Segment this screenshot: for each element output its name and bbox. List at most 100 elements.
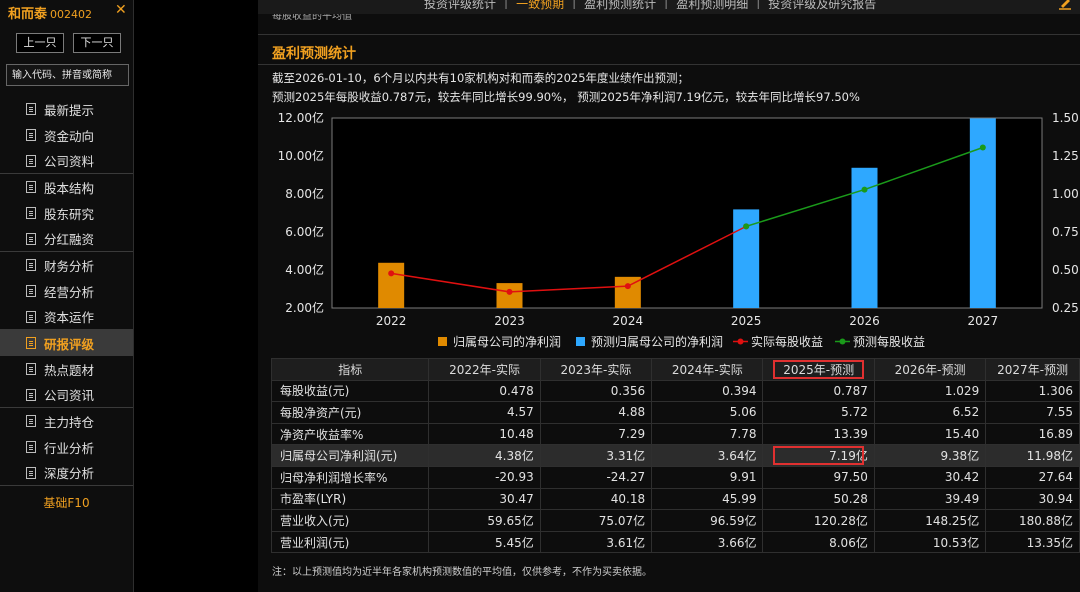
sidebar-item[interactable]: 财务分析	[0, 252, 133, 278]
table-cell: 0.356	[539, 379, 653, 403]
table-cell: 13.35亿	[985, 530, 1080, 554]
x-tick-label: 2027	[968, 314, 999, 328]
document-icon	[26, 154, 36, 167]
table-cell: 11.98亿	[985, 444, 1080, 467]
table-cell: 7.55	[985, 401, 1080, 424]
sidebar-item[interactable]: 资本运作	[0, 304, 133, 330]
y-right-tick-label: 1.50	[1052, 111, 1079, 125]
table-cell: 5.45亿	[428, 530, 541, 554]
sidebar-item-label: 研报评级	[44, 336, 95, 352]
legend-label: 归属母公司的净利润	[453, 334, 561, 349]
sidebar-item[interactable]: 研报评级	[0, 330, 133, 356]
sidebar-item[interactable]: 主力持仓	[0, 408, 133, 434]
tab[interactable]: 投资评级及研究报告	[768, 0, 876, 12]
forecast-table: 指标 2022年-实际 2023年-实际 2024年-实际 2025年-预测 2026年-…	[270, 358, 1080, 554]
y-right-tick-label: 0.75	[1052, 225, 1079, 239]
y-left-tick-label: 4.00亿	[285, 262, 324, 277]
table-cell: 120.28亿	[762, 509, 875, 532]
column-header: 2027年-预测	[985, 358, 1080, 381]
y-right-tick-label: 1.25	[1052, 149, 1079, 163]
sidebar-item-label: 股东研究	[44, 206, 95, 222]
line-point	[506, 288, 513, 295]
table-cell: 4.88	[539, 401, 653, 424]
summary-line-1: 截至2026-01-10，6个月以内共有10家机构对和而泰的2025年度业绩作出…	[272, 71, 690, 85]
x-tick-label: 2024	[613, 314, 644, 328]
sidebar-item[interactable]: 热点题材	[0, 356, 133, 382]
table-cell: 3.31亿	[539, 444, 653, 467]
sidebar-item[interactable]: 最新提示	[0, 96, 133, 122]
table-row: 营业利润(元) 5.45亿 3.61亿 3.66亿 8.06亿 10.53亿 13.35亿	[270, 530, 1080, 554]
table-cell: 4.38亿	[428, 444, 541, 467]
row-label: 每股收益(元)	[270, 379, 430, 403]
sidebar-item[interactable]: 分红融资	[0, 226, 133, 252]
sidebar-item-label: 公司资讯	[44, 388, 95, 403]
table-cell: 7.78	[651, 422, 764, 446]
sidebar-item-label: 主力持仓	[44, 414, 95, 430]
sidebar-item[interactable]: 公司资料	[0, 148, 133, 174]
y-right-tick-label: 1.00	[1052, 187, 1079, 201]
table-cell: -20.93	[428, 465, 541, 489]
document-icon	[26, 259, 36, 271]
table-row: 净资产收益率% 10.48 7.29 7.78 13.39 15.40 16.89	[270, 422, 1080, 446]
tab-separator: |	[664, 0, 669, 9]
y-left-tick-label: 8.00亿	[285, 186, 324, 201]
prev-stock-button[interactable]: 上一只	[16, 33, 64, 53]
sidebar-item[interactable]: 股东研究	[0, 200, 133, 226]
column-header: 2026年-预测	[873, 358, 987, 381]
document-icon	[26, 285, 36, 297]
y-left-tick-label: 6.00亿	[285, 224, 324, 239]
sidebar-item[interactable]: 深度分析	[0, 460, 133, 486]
stock-code: 002402	[50, 8, 93, 21]
sidebar-item[interactable]: 行业分析	[0, 434, 133, 460]
stock-search-input[interactable]	[6, 64, 129, 86]
table-cell: 6.52	[873, 401, 987, 424]
section-title: 盈利预测统计	[272, 46, 356, 62]
basic-f10-link[interactable]: 基础F10	[0, 494, 133, 511]
sidebar-item-label: 资本运作	[44, 310, 95, 325]
table-cell: 0.478	[428, 379, 541, 403]
document-icon	[26, 388, 36, 401]
table-cell: 15.40	[873, 422, 987, 446]
divider	[258, 64, 1080, 65]
previous-section-title: 每股收益的平均值	[272, 14, 352, 22]
table-cell: 3.64亿	[651, 444, 764, 467]
document-icon	[26, 415, 36, 427]
next-stock-button[interactable]: 下一只	[73, 33, 121, 53]
column-header: 2023年-实际	[539, 358, 653, 381]
line-point	[388, 270, 395, 277]
tab[interactable]: 一致预期	[516, 0, 564, 12]
sidebar-menu: 最新提示 资金动向公司资料股本结构股东研究分红融资 财务分析 经营分析资本运作研报评级…	[0, 96, 133, 486]
tab[interactable]: 投资评级统计	[424, 0, 496, 12]
table-cell: 5.72	[762, 401, 875, 424]
sidebar-item-label: 深度分析	[44, 466, 95, 481]
row-label: 营业收入(元)	[270, 509, 430, 532]
table-cell: 9.38亿	[873, 444, 987, 467]
plot-area	[331, 117, 1043, 309]
sidebar-item[interactable]: 资金动向	[0, 122, 133, 148]
sidebar-item-label: 热点题材	[44, 362, 95, 378]
sidebar: 和而泰002402 ✕ 上一只 下一只 最新提示资金动向公司资料股本结构股东研究…	[0, 0, 134, 592]
table-row: 归母净利润增长率% -20.93 -24.27 9.91 97.50 30.42 27.64	[270, 465, 1080, 489]
table-cell: 13.39	[762, 422, 875, 446]
sidebar-item[interactable]: 经营分析	[0, 278, 133, 304]
table-row: 每股净资产(元) 4.57 4.88 5.06 5.72 6.52 7.55	[270, 401, 1080, 424]
legend-swatch	[737, 338, 744, 345]
sidebar-item-label: 公司资料	[44, 154, 95, 169]
sidebar-item[interactable]: 公司资讯	[0, 382, 133, 408]
edit-icon[interactable]	[1058, 0, 1072, 10]
sidebar-item[interactable]: 股本结构	[0, 174, 133, 200]
tab[interactable]: 盈利预测统计	[584, 0, 656, 12]
document-icon	[26, 466, 36, 479]
table-cell: 40.18	[539, 487, 653, 511]
tab[interactable]: 盈利预测明细	[676, 0, 748, 12]
close-icon[interactable]: ✕	[115, 2, 127, 18]
main-panel: 投资评级统计 | 一致预期 | 盈利预测统计 | 盈利预测明细 | 投资评级及研究报告 每股收益…	[258, 0, 1080, 592]
y-left-tick-label: 12.00亿	[278, 110, 324, 125]
table-cell: 7.19亿	[762, 444, 875, 467]
table-cell: 75.07亿	[539, 509, 653, 532]
bar	[496, 283, 523, 308]
table-cell: 1.306	[985, 379, 1080, 403]
document-icon	[26, 310, 36, 323]
x-tick-label: 2025	[731, 314, 762, 328]
profit-forecast-chart: 2.00亿 4.00亿 6.00亿 8.00亿 10.00亿 12.00亿 0.25 0.50…	[278, 110, 1079, 349]
